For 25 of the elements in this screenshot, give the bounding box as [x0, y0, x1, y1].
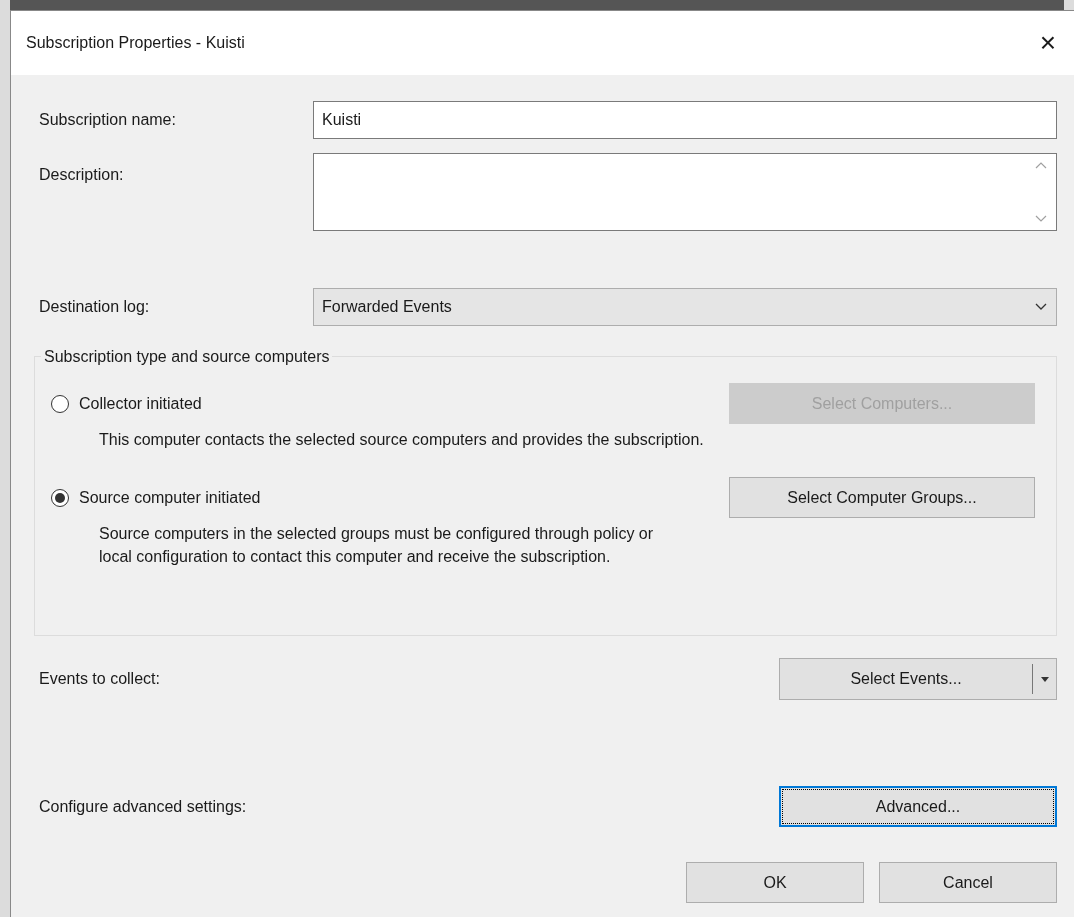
- description-field[interactable]: [313, 153, 1057, 231]
- field-label: Description:: [38, 165, 125, 185]
- scroll-up-icon[interactable]: [1034, 160, 1048, 170]
- scroll-down-icon[interactable]: [1034, 214, 1048, 224]
- window-title: Subscription Properties - Kuisti: [26, 33, 245, 53]
- close-button[interactable]: ×: [1033, 29, 1062, 57]
- field-label: Subscription name:: [38, 110, 177, 130]
- dialog-button[interactable]: OK: [686, 862, 864, 903]
- option-description: This computer contacts the selected source computers and provides the subscription.: [99, 430, 705, 450]
- option-description: Source computers in the selected groups must be configured through policy or local configuration to contact this computer and receive the subscription.: [99, 524, 655, 567]
- chevron-down-icon: [1034, 302, 1048, 312]
- advanced-button[interactable]: Advanced...: [779, 786, 1057, 827]
- radio-button[interactable]: [51, 488, 69, 507]
- destination-log-dropdown[interactable]: Forwarded Events: [313, 288, 1057, 326]
- dropdown-arrow-icon: [1040, 676, 1049, 682]
- field-label: Events to collect:: [38, 669, 160, 689]
- dialog-button[interactable]: Cancel: [879, 862, 1057, 903]
- field-label: Configure advanced settings:: [38, 796, 247, 817]
- select-events-split-button[interactable]: Select Events...: [779, 658, 1057, 700]
- field-label: Destination log:: [38, 297, 151, 317]
- radio-button[interactable]: [51, 394, 69, 413]
- radio-label[interactable]: Collector initiated: [79, 391, 202, 416]
- select-computers-button[interactable]: Select Computer Groups...: [729, 477, 1035, 518]
- radio-label[interactable]: Source computer initiated: [79, 485, 261, 510]
- subscription-name-field[interactable]: Kuisti: [313, 101, 1057, 139]
